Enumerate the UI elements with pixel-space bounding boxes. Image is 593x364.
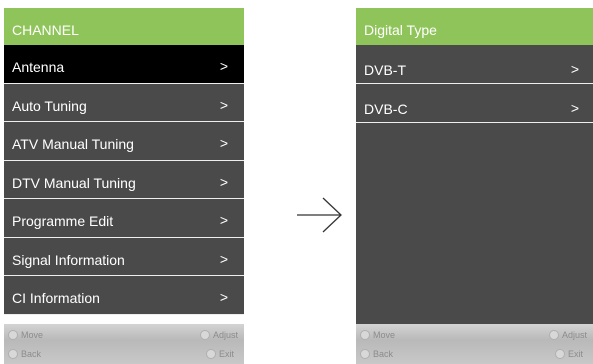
hint-back: Back xyxy=(360,349,393,359)
chevron-right-icon: > xyxy=(570,61,579,77)
hint-exit-label: Exit xyxy=(567,349,583,359)
menu-item-label: CI Information xyxy=(12,290,100,306)
menu-item-label: Antenna xyxy=(12,59,65,75)
chevron-right-icon: > xyxy=(219,58,228,74)
hint-adjust: Adjust xyxy=(548,330,587,340)
hint-back-label: Back xyxy=(21,349,42,359)
hint-move: Move xyxy=(8,330,43,340)
hint-adjust: Adjust xyxy=(199,330,238,340)
chevron-right-icon: > xyxy=(570,100,579,116)
menu-item-antenna[interactable]: Antenna > xyxy=(4,45,244,84)
menu-item-label: DVB-C xyxy=(364,101,408,117)
menu-item-auto-tuning[interactable]: Auto Tuning > xyxy=(4,83,244,122)
menu-item-dtv-manual-tuning[interactable]: DTV Manual Tuning > xyxy=(4,160,244,199)
menu-item-label: DTV Manual Tuning xyxy=(12,174,136,191)
digital-type-title: Digital Type xyxy=(356,8,593,45)
channel-menu-panel: CHANNEL Antenna > Auto Tuning > ATV Manu… xyxy=(4,0,244,364)
right-arrow-icon xyxy=(297,197,342,233)
hint-exit: Exit xyxy=(554,349,583,359)
remote-button-icon xyxy=(360,349,370,359)
menu-item-programme-edit[interactable]: Programme Edit > xyxy=(4,199,244,238)
hint-adjust-label: Adjust xyxy=(561,330,587,340)
menu-item-label: DVB-T xyxy=(364,62,406,78)
remote-button-icon xyxy=(554,349,565,359)
menu-item-label: ATV Manual Tuning xyxy=(12,136,134,152)
menu-item-dvb-t[interactable]: DVB-T > xyxy=(356,45,593,84)
key-hint-footer: Move Back Adjust Exit xyxy=(4,324,244,364)
menu-item-label: Signal Information xyxy=(12,251,125,268)
remote-button-icon xyxy=(205,349,216,359)
chevron-right-icon: > xyxy=(219,96,228,113)
remote-button-icon xyxy=(548,330,559,340)
hint-exit: Exit xyxy=(205,349,234,359)
menu-item-atv-manual-tuning[interactable]: ATV Manual Tuning > xyxy=(4,122,244,161)
digital-type-panel: Digital Type DVB-T > DVB-C > Move Back A… xyxy=(356,0,593,364)
hint-exit-label: Exit xyxy=(218,349,234,359)
key-hint-footer: Move Back Adjust Exit xyxy=(356,324,593,364)
chevron-right-icon: > xyxy=(219,250,228,267)
menu-item-label: Programme Edit xyxy=(12,213,114,229)
chevron-right-icon: > xyxy=(219,173,228,190)
menu-item-dvb-c[interactable]: DVB-C > xyxy=(356,84,593,123)
hint-move-label: Move xyxy=(373,330,396,340)
chevron-right-icon: > xyxy=(219,135,228,151)
channel-menu-title: CHANNEL xyxy=(4,8,244,45)
hint-move: Move xyxy=(360,330,395,340)
menu-item-ci-information[interactable]: CI Information > xyxy=(4,276,244,315)
chevron-right-icon: > xyxy=(219,212,228,228)
chevron-right-icon: > xyxy=(219,289,228,305)
remote-button-icon xyxy=(8,349,18,359)
digital-type-list: DVB-T > DVB-C > xyxy=(356,45,593,123)
hint-adjust-label: Adjust xyxy=(212,330,238,340)
channel-menu-list: Antenna > Auto Tuning > ATV Manual Tunin… xyxy=(4,45,244,315)
hint-back: Back xyxy=(8,349,41,359)
menu-item-label: Auto Tuning xyxy=(12,97,87,114)
hint-back-label: Back xyxy=(373,349,394,359)
remote-button-icon xyxy=(8,330,18,340)
menu-item-signal-information[interactable]: Signal Information > xyxy=(4,237,244,276)
hint-move-label: Move xyxy=(21,330,44,340)
remote-button-icon xyxy=(199,330,210,340)
remote-button-icon xyxy=(360,330,370,340)
